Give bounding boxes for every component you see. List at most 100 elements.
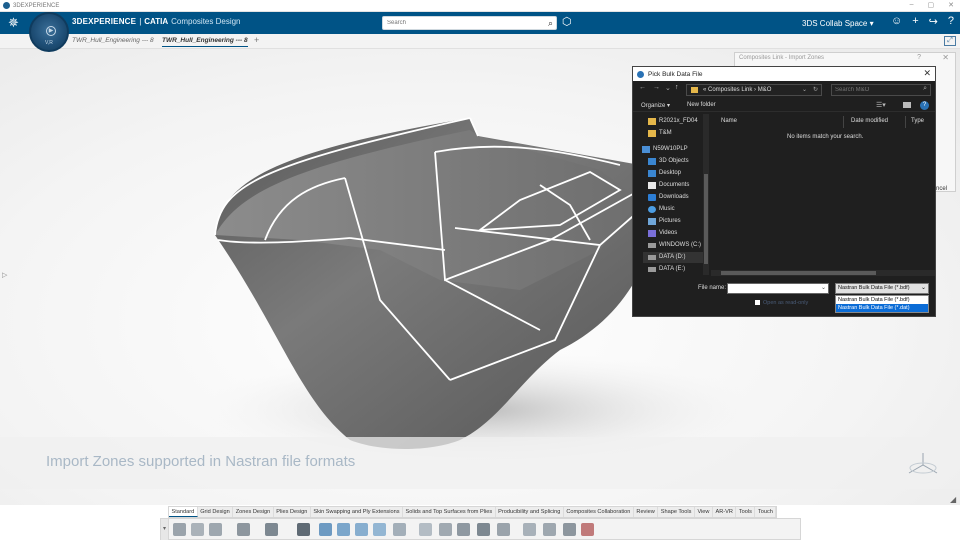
nav-item-pictures[interactable]: Pictures [643,216,709,227]
nav-pane-scrollbar[interactable] [703,114,709,275]
paste-icon[interactable] [209,523,222,536]
copy-icon[interactable] [191,523,204,536]
tree-icon[interactable] [237,523,250,536]
tab-plies-design[interactable]: Plies Design [274,507,311,517]
tab-tools[interactable]: Tools [736,507,756,517]
link-icon[interactable] [563,523,576,536]
checkbox-box[interactable] [755,300,760,306]
tab-producibility[interactable]: Producibility and Splicing [496,507,564,517]
tab-solids-top-surfaces[interactable]: Solids and Top Surfaces from Plies [403,507,496,517]
import-icon[interactable] [543,523,556,536]
undo-icon[interactable] [419,523,432,536]
cut-icon[interactable] [173,523,186,536]
solid-icon[interactable] [393,523,406,536]
nav-item-data-d[interactable]: DATA (D:) [643,252,709,263]
share-icon[interactable]: ↪ [929,15,938,28]
import-help-icon[interactable]: ? [917,54,921,61]
file-name-input[interactable] [728,284,818,293]
resize-grip-icon[interactable]: ◢ [950,495,956,504]
tab-touch[interactable]: Touch [755,507,777,517]
minimize-button[interactable]: – [910,1,914,9]
help-icon[interactable]: ? [948,15,954,28]
tab-review[interactable]: Review [634,507,659,517]
toolbar-expander-icon[interactable]: ▾ [161,519,169,540]
user-icon[interactable]: ☺ [891,15,902,28]
tag-icon[interactable]: ⬡ [562,15,572,28]
nav-item-videos[interactable]: Videos [643,228,709,239]
address-bar[interactable]: « Composites Link › M&O ⌄ ↻ [686,84,822,96]
column-divider[interactable] [843,116,844,128]
tab-view[interactable]: View [695,507,713,517]
tab-skin-swapping[interactable]: Skin Swapping and Ply Extensions [311,507,403,517]
nav-item-data-e[interactable]: DATA (E:) [643,264,709,275]
add-tab-button[interactable]: + [254,35,259,45]
forward-arrow-icon[interactable]: → [653,84,660,91]
tab-shape-tools[interactable]: Shape Tools [658,507,695,517]
scroll-thumb[interactable] [704,174,708,264]
zone-icon[interactable] [355,523,368,536]
export-icon[interactable] [523,523,536,536]
nav-item-documents[interactable]: Documents [643,180,709,191]
folder-search-box[interactable]: ⌕ [831,84,931,96]
help-icon[interactable]: ? [920,101,929,110]
tab-grid-design[interactable]: Grid Design [198,507,234,517]
gear-icon[interactable] [265,523,278,536]
column-divider[interactable] [905,116,906,128]
nav-item-music[interactable]: Music [643,204,709,215]
up-arrow-icon[interactable]: ↑ [675,84,679,91]
read-only-checkbox[interactable]: Open as read-only [755,300,808,306]
collab-space-selector[interactable]: 3DS Collab Space ▾ [802,19,874,28]
close-window-button[interactable]: ✕ [948,1,954,9]
search-icon[interactable]: ⌕ [923,85,927,93]
search-box[interactable]: ⌕ [382,16,557,30]
file-type-filter[interactable]: Nastran Bulk Data File (*.bdf) ⌄ [835,283,929,294]
tab-hull-engineering-1[interactable]: TWR_Hull_Engineering --- 8 [72,37,154,44]
maximize-button[interactable]: ▢ [928,1,935,9]
play-icon[interactable]: ▶ [46,26,56,36]
nav-item-3d-objects[interactable]: 3D Objects [643,156,709,167]
file-type-option-dat[interactable]: Nastran Bulk Data File (*.dat) [836,304,928,312]
distribute-icon[interactable] [477,523,490,536]
ds-logo-icon[interactable]: ✵ [8,16,19,31]
fullscreen-icon[interactable]: ⤢ [944,36,956,46]
file-type-option-bdf[interactable]: Nastran Bulk Data File (*.bdf) [836,296,928,304]
back-arrow-icon[interactable]: ← [639,84,646,91]
side-panel-toggle-icon[interactable]: ▷ [2,271,7,279]
table-icon[interactable] [297,523,310,536]
add-icon[interactable]: + [912,15,918,28]
composites-link-icon[interactable] [581,523,594,536]
nav-item-desktop[interactable]: Desktop [643,168,709,179]
new-folder-button[interactable]: New folder [687,102,716,108]
tab-composites-collaboration[interactable]: Composites Collaboration [564,507,634,517]
tab-standard[interactable]: Standard [169,507,198,517]
nav-item-this-pc[interactable]: N59W10PLP [637,144,703,155]
refresh-icon[interactable]: ↻ [813,85,818,95]
column-date-modified[interactable]: Date modified [851,118,888,124]
cancel-button-fragment[interactable]: ncel [936,186,947,192]
compass-widget[interactable]: ▶ V,R [29,12,69,52]
view-options-icon[interactable]: ☰▾ [876,101,886,109]
align-icon[interactable] [457,523,470,536]
scroll-thumb[interactable] [721,271,876,275]
properties-icon[interactable] [439,523,452,536]
organize-menu[interactable]: Organize ▾ [641,102,670,109]
import-close-icon[interactable]: ✕ [942,53,949,62]
chevron-down-icon[interactable]: ⌄ [921,284,926,293]
tab-hull-engineering-2[interactable]: TWR_Hull_Engineering --- 8 [162,37,248,47]
nav-item-r2021x[interactable]: R2021x_FD04 [643,116,709,127]
grid-icon[interactable] [319,523,332,536]
tab-ar-vr[interactable]: AR-VR [713,507,737,517]
search-input[interactable] [383,17,533,29]
file-dialog-close-button[interactable]: ✕ [923,68,931,79]
axis-gizmo-icon[interactable] [905,451,941,479]
folder-search-input[interactable] [832,85,918,95]
nav-item-tm[interactable]: T&M [643,128,709,139]
surface-icon[interactable] [337,523,350,536]
column-name[interactable]: Name [721,118,737,124]
tab-zones-design[interactable]: Zones Design [233,507,274,517]
layup-icon[interactable] [373,523,386,536]
nav-item-downloads[interactable]: Downloads [643,192,709,203]
column-type[interactable]: Type [911,118,924,124]
search-icon[interactable]: ⌕ [548,18,553,29]
file-name-field[interactable]: ⌄ [727,283,829,294]
